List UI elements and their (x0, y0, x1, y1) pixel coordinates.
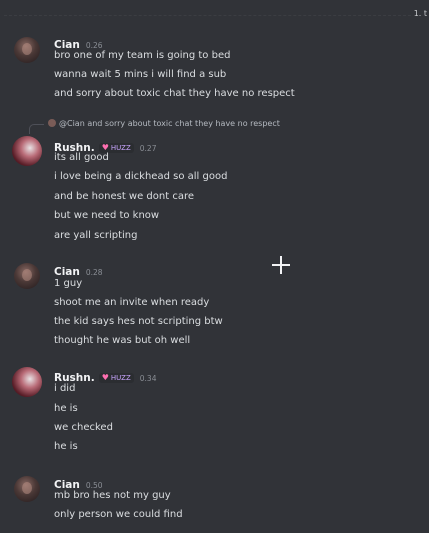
reply-text: and sorry about toxic chat they have no … (87, 119, 280, 128)
chat-panel[interactable]: 1. t Cian 0.26 bro one of my team is goin… (0, 0, 429, 533)
message-header: Cian 0.26 (54, 33, 103, 51)
timestamp: 0.26 (85, 41, 103, 50)
timestamp: 0.34 (139, 374, 157, 383)
timestamp: 0.50 (85, 481, 103, 490)
badge-label: HUZZ (110, 374, 131, 382)
message-line: 1 guy (54, 278, 83, 289)
role-badge[interactable]: ♥ HUZZ (98, 373, 134, 383)
username[interactable]: Cian (54, 266, 80, 278)
message-header: Rushn. ♥ HUZZ 0.34 (54, 366, 157, 384)
avatar[interactable] (14, 263, 40, 289)
message-line: and be honest we dont care (54, 191, 195, 202)
avatar[interactable] (12, 136, 42, 166)
message-line: thought he was but oh well (54, 335, 191, 346)
avatar[interactable] (14, 37, 40, 63)
crosshair-cursor-icon (272, 256, 290, 274)
reply-avatar (48, 119, 56, 127)
message-header: Cian 0.50 (54, 473, 103, 491)
message-line: wanna wait 5 mins i will find a sub (54, 69, 227, 80)
message-line: bro one of my team is going to bed (54, 50, 231, 61)
avatar[interactable] (14, 476, 40, 502)
message-line: the kid says hes not scripting btw (54, 316, 223, 327)
avatar-face (22, 482, 32, 494)
avatar-face (22, 269, 32, 281)
timestamp: 0.27 (139, 144, 157, 153)
message-header: Rushn. ♥ HUZZ 0.27 (54, 136, 157, 154)
badge-label: HUZZ (110, 144, 131, 152)
reply-preview[interactable]: @Cian and sorry about toxic chat they ha… (34, 119, 280, 131)
message-line: are yall scripting (54, 230, 138, 241)
message-line: but we need to know (54, 210, 160, 221)
message-line: we checked (54, 422, 113, 433)
message-line: its all good (54, 152, 109, 163)
top-bar: 1. t (0, 0, 429, 24)
message-line: he is (54, 441, 78, 452)
message-line: mb bro hes not my guy (54, 490, 171, 501)
message-header: Cian 0.28 (54, 260, 103, 278)
avatar-face (22, 43, 32, 55)
message-line: only person we could find (54, 509, 183, 520)
page-marker: 1. t (413, 9, 427, 18)
message-line: and sorry about toxic chat they have no … (54, 88, 295, 99)
message-line: i love being a dickhead so all good (54, 171, 228, 182)
divider (4, 15, 411, 16)
timestamp: 0.28 (85, 268, 103, 277)
avatar[interactable] (12, 367, 42, 397)
message-line: shoot me an invite when ready (54, 297, 210, 308)
heart-icon: ♥ (101, 143, 109, 152)
message-line: i did (54, 383, 76, 394)
heart-icon: ♥ (101, 373, 109, 382)
reply-mention[interactable]: @Cian (59, 119, 85, 128)
message-line: he is (54, 403, 78, 414)
